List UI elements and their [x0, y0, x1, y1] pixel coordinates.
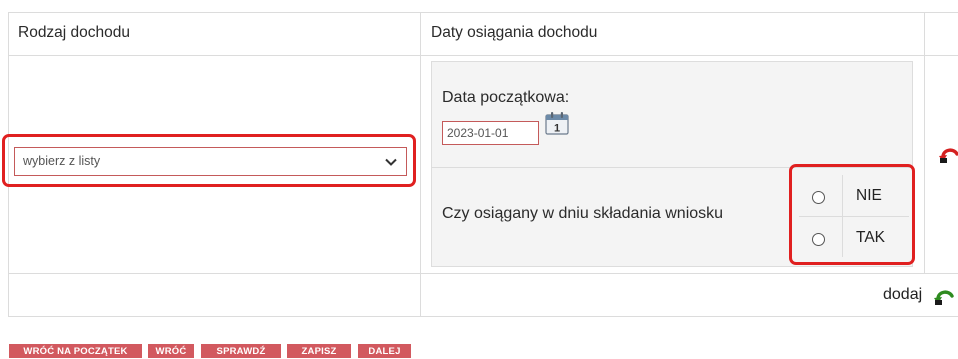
save-button[interactable]: ZAPISZ	[287, 344, 351, 358]
start-date-input[interactable]: 2023-01-01	[442, 121, 539, 145]
back-button[interactable]: WRÓĆ	[148, 344, 194, 358]
table-bottom-border	[8, 316, 958, 317]
select-highlight-frame	[2, 134, 416, 187]
column-divider-right	[924, 12, 925, 273]
next-button[interactable]: DALEJ	[358, 344, 411, 358]
radio-highlight-frame	[789, 164, 915, 265]
svg-text:1: 1	[554, 123, 560, 135]
add-undo-icon[interactable]	[933, 286, 955, 306]
header-income-dates: Daty osiągania dochodu	[431, 24, 598, 41]
back-to-start-button[interactable]: WRÓĆ NA POCZĄTEK	[9, 344, 142, 358]
add-link[interactable]: dodaj	[883, 286, 922, 304]
header-income-type: Rodzaj dochodu	[18, 24, 131, 41]
column-divider	[420, 12, 421, 316]
remove-undo-icon[interactable]	[938, 144, 958, 164]
currently-earning-question: Czy osiągany w dniu składania wniosku	[442, 205, 724, 222]
row-divider	[8, 273, 958, 274]
calendar-icon[interactable]: 1	[545, 111, 569, 135]
income-table	[8, 12, 958, 56]
check-button[interactable]: SPRAWDŹ	[201, 344, 281, 358]
start-date-label: Data początkowa:	[442, 89, 570, 106]
